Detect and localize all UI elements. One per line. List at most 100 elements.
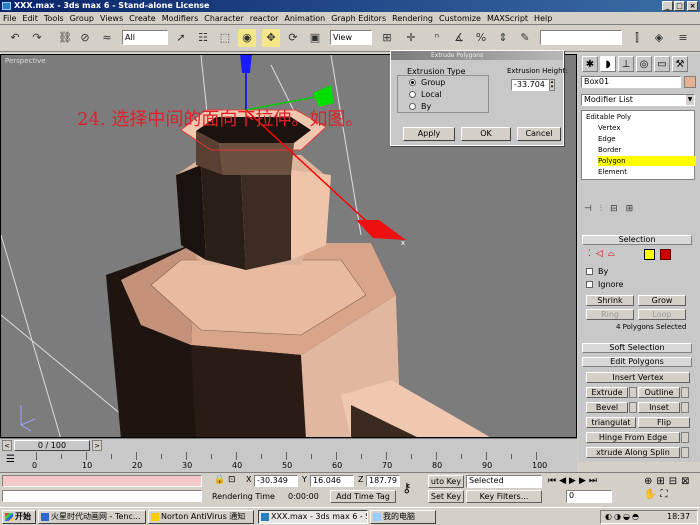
menu-edit[interactable]: Edit (19, 12, 41, 25)
stack-polygon[interactable]: Polygon (598, 156, 696, 166)
menu-group[interactable]: Group (67, 12, 97, 25)
ignore-backfacing-checkbox[interactable] (586, 281, 593, 288)
stack-border[interactable]: Border (598, 145, 696, 155)
chevron-down-icon[interactable]: ▼ (686, 95, 694, 105)
menu-character[interactable]: Character (201, 12, 247, 25)
subobject-level-icons[interactable]: ⁚◁⌓ (588, 249, 692, 261)
add-time-tag-button[interactable]: Add Time Tag (330, 490, 396, 503)
flip-button[interactable]: Flip (638, 417, 690, 428)
stack-tools-icons[interactable]: ⊣⫶⊟⊞ (584, 204, 694, 216)
playback-controls[interactable]: ⏮◀▶▶⏭ (548, 475, 642, 488)
menu-reactor[interactable]: reactor (247, 12, 282, 25)
object-color-swatch[interactable] (684, 76, 696, 88)
named-selection-set-select[interactable] (540, 30, 622, 45)
menu-create[interactable]: Create (126, 12, 159, 25)
soft-selection-rollout-header[interactable]: Soft Selection (582, 343, 692, 353)
element-level-icon[interactable] (660, 249, 671, 260)
loop-button[interactable]: Loop (638, 309, 686, 320)
close-button[interactable]: × (687, 1, 698, 11)
modify-tab-icon[interactable]: ◗ (600, 56, 616, 72)
motion-tab-icon[interactable]: ◎ (636, 56, 652, 72)
cancel-button[interactable]: Cancel (517, 127, 561, 141)
time-slider-prev[interactable]: < (2, 440, 12, 451)
lock-selection-icon[interactable]: 🔒 (214, 475, 225, 487)
ok-button[interactable]: OK (461, 127, 511, 141)
menu-file[interactable]: File (0, 12, 19, 25)
maxscript-listener-field[interactable] (2, 475, 202, 487)
pivot-icon[interactable]: ⊞ (378, 29, 396, 47)
scale-icon[interactable]: ▣ (306, 29, 324, 47)
extrude-spline-settings-button[interactable] (681, 447, 689, 458)
apply-button[interactable]: Apply (403, 127, 455, 141)
extrude-along-spline-button[interactable]: xtrude Along Splin (586, 447, 680, 458)
radio-local[interactable] (409, 91, 416, 98)
track-bar[interactable]: ☰ 0 10 20 30 40 50 60 70 80 90 100 (0, 452, 577, 472)
menu-help[interactable]: Help (531, 12, 555, 25)
z-coord-field[interactable]: 187.79 (366, 475, 400, 487)
extrusion-height-input[interactable]: -33.704 (511, 79, 549, 91)
rotate-icon[interactable]: ⟳ (284, 29, 302, 47)
inset-settings-button[interactable] (681, 402, 689, 413)
menu-rendering[interactable]: Rendering (389, 12, 436, 25)
stack-vertex[interactable]: Vertex (598, 123, 696, 133)
percent-snap-icon[interactable]: % (472, 29, 490, 47)
object-name-field[interactable]: Box01 (581, 76, 681, 88)
select-by-name-icon[interactable]: ☷ (194, 29, 212, 47)
selected-key-select[interactable]: Selected (466, 475, 542, 488)
select-object-icon[interactable]: ➚ (172, 29, 190, 47)
region-select-icon[interactable]: ⬚ (216, 29, 234, 47)
align-icon[interactable]: ◈ (650, 29, 668, 47)
tray-icons[interactable]: ◐◑◒◓ (605, 512, 641, 521)
radio-by-polygon[interactable] (409, 103, 416, 110)
named-selection-icon[interactable]: ✎ (516, 29, 534, 47)
ring-button[interactable]: Ring (586, 309, 634, 320)
window-crossing-icon[interactable]: ◉ (238, 29, 256, 47)
extrude-button[interactable]: Extrude (586, 387, 628, 398)
triangulate-button[interactable]: triangulat (586, 417, 636, 428)
stack-edge[interactable]: Edge (598, 134, 696, 144)
menu-graph-editors[interactable]: Graph Editors (328, 12, 389, 25)
set-key-button[interactable]: Set Key (428, 490, 464, 503)
start-button[interactable]: 开始 (2, 510, 36, 524)
task-norton[interactable]: Norton AntiVirus 通知 (148, 510, 254, 524)
bevel-settings-button[interactable] (629, 402, 637, 413)
menu-views[interactable]: Views (97, 12, 126, 25)
inset-button[interactable]: Inset (638, 402, 680, 413)
stack-editable-poly[interactable]: Editable Poly (586, 112, 684, 122)
polygon-level-icon[interactable] (644, 249, 655, 260)
insert-vertex-button[interactable]: Insert Vertex (586, 372, 690, 383)
key-icon[interactable]: ⚷ (402, 481, 424, 497)
radio-group[interactable] (409, 79, 416, 86)
auto-key-button[interactable]: uto Key (428, 475, 464, 488)
hierarchy-tab-icon[interactable]: ⊥ (618, 56, 634, 72)
y-coord-field[interactable]: 16.046 (310, 475, 354, 487)
grow-button[interactable]: Grow (638, 295, 686, 306)
key-filters-button[interactable]: Key Filters... (466, 490, 542, 503)
unlink-icon[interactable]: ⊘ (76, 29, 94, 47)
outline-settings-button[interactable] (681, 387, 689, 398)
viewport-navigation-icons[interactable]: ⊕⊞⊟⊠✋⛶ (644, 475, 698, 503)
shrink-button[interactable]: Shrink (586, 295, 634, 306)
selection-rollout-header[interactable]: Selection (582, 235, 692, 245)
height-spinner-arrows[interactable]: ▴ ▾ (549, 79, 555, 91)
by-vertex-checkbox[interactable] (586, 268, 593, 275)
select-manipulate-icon[interactable]: ✛ (402, 29, 420, 47)
outline-button[interactable]: Outline (638, 387, 680, 398)
hinge-settings-button[interactable] (681, 432, 689, 443)
redo-icon[interactable]: ↷ (28, 29, 46, 47)
menu-animation[interactable]: Animation (281, 12, 328, 25)
modifier-list-select[interactable]: Modifier List (581, 94, 695, 106)
utilities-tab-icon[interactable]: ⚒ (672, 56, 688, 72)
absolute-mode-icon[interactable]: ⊡ (228, 475, 242, 487)
bind-space-warp-icon[interactable]: ≈ (98, 29, 116, 47)
hinge-from-edge-button[interactable]: Hinge From Edge (586, 432, 680, 443)
layer-manager-icon[interactable]: ≡ (674, 29, 692, 47)
time-slider-next[interactable]: > (92, 440, 102, 451)
minimize-button[interactable]: _ (662, 1, 673, 11)
task-my-computer[interactable]: 我的电脑 (370, 510, 436, 524)
move-icon[interactable]: ✥ (262, 29, 280, 47)
stack-element[interactable]: Element (598, 167, 696, 177)
menu-customize[interactable]: Customize (436, 12, 484, 25)
task-3dsmax[interactable]: XXX.max - 3ds max 6 - S... (258, 510, 368, 524)
maximize-button[interactable]: □ (674, 1, 685, 11)
